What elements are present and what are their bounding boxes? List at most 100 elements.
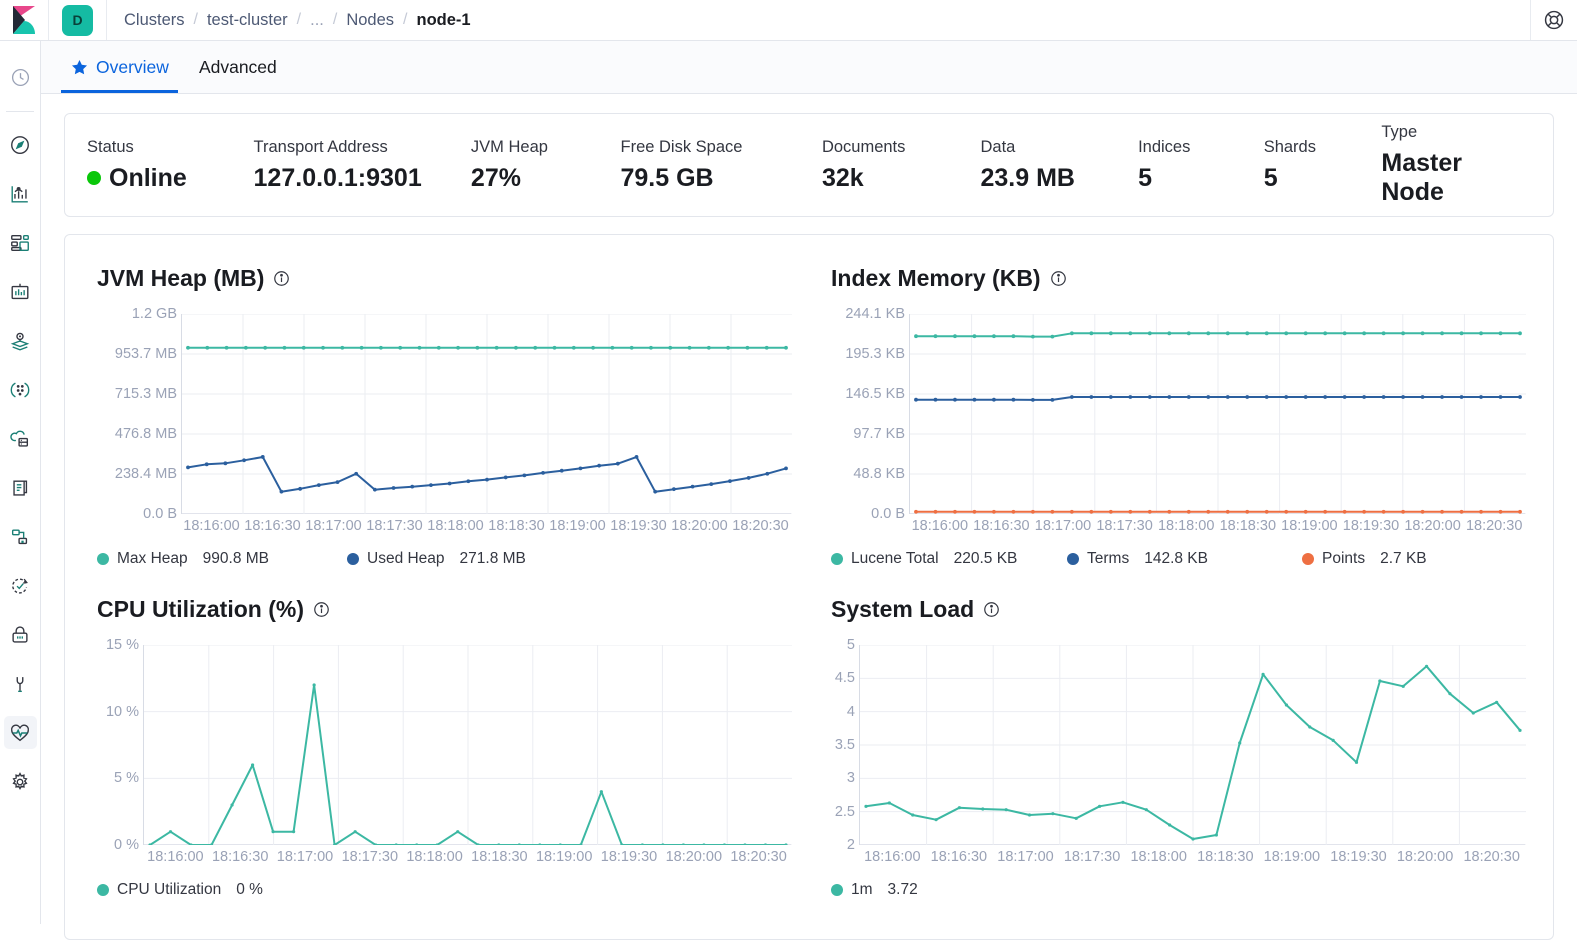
- legend-value: 220.5 KB: [954, 550, 1018, 568]
- breadcrumb-item-nodes[interactable]: Nodes: [346, 11, 394, 30]
- legend-item-max-heap[interactable]: Max Heap 990.8 MB: [97, 550, 347, 568]
- uptime-icon: [9, 575, 31, 597]
- sidebar-item-dashboard[interactable]: [4, 226, 37, 259]
- chart-title: System Load: [831, 596, 1531, 623]
- space-avatar: D: [62, 5, 93, 36]
- sidebar-item-logs[interactable]: [4, 471, 37, 504]
- sidebar-item-management[interactable]: [4, 765, 37, 798]
- x-axis-tick-label: 18:16:00: [864, 849, 920, 865]
- summary-value: 79.5 GB: [621, 164, 822, 193]
- x-axis-labels: 18:16:0018:16:3018:17:0018:17:3018:18:00…: [143, 849, 791, 869]
- y-axis-tick-label: 4.5: [835, 670, 855, 686]
- x-axis-tick-label: 18:17:00: [1035, 518, 1091, 534]
- help-button[interactable]: [1531, 0, 1577, 40]
- sidebar-item-canvas[interactable]: [4, 275, 37, 308]
- main-content: Overview Advanced Status Online Transpor…: [41, 41, 1577, 924]
- legend-label: Lucene Total: [851, 550, 939, 568]
- legend-item-used-heap[interactable]: Used Heap 271.8 MB: [347, 550, 526, 568]
- x-axis-tick-label: 18:17:30: [1064, 849, 1120, 865]
- sidebar-item-stack-monitoring[interactable]: [4, 716, 37, 749]
- summary-label: Transport Address: [254, 138, 471, 157]
- sidebar-item-graph[interactable]: [4, 373, 37, 406]
- apm-icon: [9, 526, 31, 548]
- legend-item-cpu-utilization[interactable]: CPU Utilization 0 %: [97, 881, 263, 899]
- security-lock-icon: [9, 624, 31, 646]
- info-circle-icon[interactable]: [273, 270, 290, 287]
- summary-value: 27%: [471, 164, 621, 193]
- sidebar-item-uptime[interactable]: [4, 569, 37, 602]
- legend-item-1m[interactable]: 1m 3.72: [831, 881, 918, 899]
- y-axis-tick-label: 3: [847, 770, 855, 786]
- summary-label: Indices: [1138, 138, 1264, 157]
- sidebar-item-machine-learning[interactable]: [4, 422, 37, 455]
- y-axis-tick-label: 0.0 B: [871, 506, 905, 522]
- visualize-chart-icon: [9, 183, 31, 205]
- info-circle-icon[interactable]: [313, 601, 330, 618]
- plot-canvas[interactable]: [909, 314, 1525, 514]
- chart-plot-area[interactable]: 15 %10 %5 %0 %18:16:0018:16:3018:17:0018…: [97, 645, 797, 857]
- sidebar-item-dev-tools[interactable]: [4, 667, 37, 700]
- x-axis-tick-label: 18:20:30: [1463, 849, 1519, 865]
- x-axis-tick-label: 18:16:30: [212, 849, 268, 865]
- summary-label: Data: [981, 138, 1139, 157]
- summary-label: Type: [1381, 123, 1531, 142]
- sidebar-item-maps[interactable]: [4, 324, 37, 357]
- summary-item-jvm-heap: JVM Heap 27%: [471, 138, 621, 193]
- recently-viewed-clock-icon: [10, 67, 31, 88]
- y-axis-tick-label: 15 %: [106, 637, 139, 653]
- legend-item-terms[interactable]: Terms 142.8 KB: [1067, 550, 1302, 568]
- logs-document-icon: [9, 477, 31, 499]
- legend-label: Max Heap: [117, 550, 188, 568]
- chart-row-top: JVM Heap (MB) 1.2 GB953.7 MB715.3 MB476.…: [75, 251, 1543, 568]
- legend-value: 271.8 MB: [460, 550, 526, 568]
- sidebar-item-visualize[interactable]: [4, 177, 37, 210]
- x-axis-tick-label: 18:20:00: [671, 518, 727, 534]
- y-axis-tick-label: 97.7 KB: [853, 426, 905, 442]
- tab-bar: Overview Advanced: [41, 41, 1577, 94]
- x-axis-tick-label: 18:20:30: [732, 518, 788, 534]
- chart-plot-area[interactable]: 54.543.532.5218:16:0018:16:3018:17:0018:…: [831, 645, 1531, 857]
- sidebar-item-discover[interactable]: [4, 128, 37, 161]
- plot-canvas[interactable]: [143, 645, 791, 845]
- summary-value: Online: [87, 164, 254, 193]
- info-circle-icon[interactable]: [1050, 270, 1067, 287]
- plot-canvas[interactable]: [181, 314, 791, 514]
- chart-plot-area[interactable]: 1.2 GB953.7 MB715.3 MB476.8 MB238.4 MB0.…: [97, 314, 797, 526]
- legend-color-swatch: [347, 553, 359, 565]
- sidebar-item-security[interactable]: [4, 618, 37, 651]
- y-axis-tick-label: 0 %: [114, 837, 139, 853]
- kibana-home-link[interactable]: [0, 0, 49, 40]
- legend-color-swatch: [831, 553, 843, 565]
- y-axis-tick-label: 10 %: [106, 704, 139, 720]
- chart-plot-area[interactable]: 244.1 KB195.3 KB146.5 KB97.7 KB48.8 KB0.…: [831, 314, 1531, 526]
- breadcrumb-item-test-cluster[interactable]: test-cluster: [207, 11, 288, 30]
- legend-item-points[interactable]: Points 2.7 KB: [1302, 550, 1427, 568]
- summary-label: Free Disk Space: [621, 138, 822, 157]
- sidebar-item-apm[interactable]: [4, 520, 37, 553]
- breadcrumb-item-clusters[interactable]: Clusters: [124, 11, 185, 30]
- legend-item-lucene-total[interactable]: Lucene Total 220.5 KB: [831, 550, 1067, 568]
- sidebar-divider: [6, 111, 34, 112]
- x-axis-tick-label: 18:17:30: [1096, 518, 1152, 534]
- dashboard-icon: [9, 232, 31, 254]
- x-axis-tick-label: 18:18:00: [427, 518, 483, 534]
- y-axis-tick-label: 5: [847, 637, 855, 653]
- y-axis-tick-label: 715.3 MB: [115, 386, 177, 402]
- tab-overview[interactable]: Overview: [61, 42, 178, 93]
- summary-value: Master Node: [1381, 149, 1531, 207]
- x-axis-tick-label: 18:16:00: [147, 849, 203, 865]
- summary-label: Status: [87, 138, 254, 157]
- x-axis-tick-label: 18:19:00: [536, 849, 592, 865]
- y-axis-tick-label: 3.5: [835, 737, 855, 753]
- legend-value: 0 %: [236, 881, 263, 899]
- chart-legend: Max Heap 990.8 MB Used Heap 271.8 MB: [97, 550, 797, 568]
- sidebar-item-recently-viewed[interactable]: [4, 61, 37, 94]
- plot-canvas[interactable]: [859, 645, 1525, 845]
- summary-item-type: Type Master Node: [1381, 123, 1531, 207]
- space-selector[interactable]: D: [49, 0, 106, 40]
- breadcrumb-item-ellipsis[interactable]: ...: [310, 11, 324, 30]
- info-circle-icon[interactable]: [983, 601, 1000, 618]
- x-axis-tick-label: 18:16:30: [931, 849, 987, 865]
- legend-value: 990.8 MB: [203, 550, 269, 568]
- tab-advanced[interactable]: Advanced: [190, 42, 286, 93]
